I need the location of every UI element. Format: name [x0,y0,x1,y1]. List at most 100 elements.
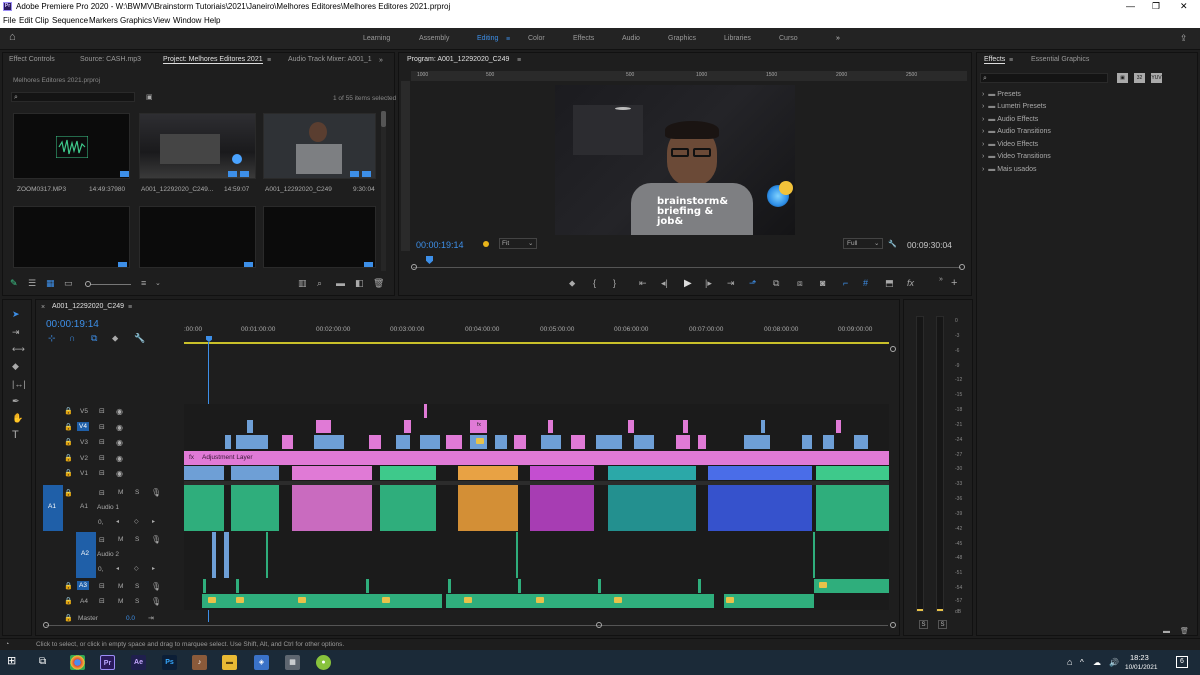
clip-v3[interactable] [420,435,440,449]
clip-v3[interactable] [596,435,622,449]
premiere-taskbar-icon[interactable]: Pr [100,655,115,670]
file-explorer-icon[interactable]: ▬ [222,655,237,670]
eye-icon[interactable]: ◉ [116,407,123,416]
audio-clip-a1[interactable] [816,485,889,531]
clip-v3[interactable] [802,435,812,449]
audio-clip-a3[interactable] [598,579,601,593]
microphone-icon[interactable]: 🎙 [151,535,161,544]
clip-v3[interactable] [514,435,526,449]
keyframe-next-icon[interactable]: ▸ [152,518,155,527]
home-icon[interactable]: ⌂ [9,32,16,43]
microphone-icon[interactable]: 🎙 [151,597,161,606]
tab-program[interactable]: Program: A001_12292020_C249 [407,56,509,63]
panel-menu-icon[interactable]: ≡ [267,56,271,65]
adjustment-layer-clip[interactable]: fx Adjustment Layer [184,451,889,465]
selection-tool-icon[interactable]: ➤ [12,310,20,319]
sync-lock-icon[interactable]: ⊟ [99,469,105,478]
speaker-icon[interactable]: 🔊 [1109,658,1119,667]
clip-v5[interactable] [424,404,427,418]
slip-tool-icon[interactable]: |↔| [12,380,26,389]
timeline-ruler[interactable]: :00:00 00:01:00:00 00:02:00:00 00:03:00:… [184,324,894,344]
sort-dropdown-icon[interactable]: ⌄ [155,279,161,288]
new-item-icon[interactable]: ◧ [355,279,364,288]
taskbar-time[interactable]: 18:23 [1130,653,1149,662]
windows-start-icon[interactable]: ⊞ [7,656,16,667]
project-search-input[interactable]: ⌕ [11,92,135,102]
playhead-icon[interactable] [426,256,433,264]
keyframe-prev-icon[interactable]: ◂ [116,565,119,574]
clip-v3[interactable] [495,435,507,449]
audio-clip-a1[interactable] [458,485,518,531]
clip-v3[interactable] [225,435,231,449]
clip-v3[interactable] [676,435,690,449]
insert-icon[interactable]: ⧈ [797,279,803,288]
clip-v3[interactable] [314,435,344,449]
new-bin-icon[interactable]: ▣ [146,93,153,102]
fx-badge[interactable] [614,597,622,603]
tab-source[interactable]: Source: CASH.mp3 [80,56,141,63]
sync-lock-icon[interactable]: ⊟ [99,407,105,416]
tab-effects[interactable]: Effects [984,56,1006,64]
source-patch-a1[interactable]: A1 [43,485,63,531]
lock-icon[interactable]: 🔒 [64,469,73,478]
clip-v1[interactable] [530,466,594,480]
new-bin-icon[interactable]: ▬ [336,279,345,288]
lock-icon[interactable]: 🔒 [64,438,73,447]
close-tab-icon[interactable]: × [41,303,45,312]
program-scrub-bar[interactable] [413,267,961,268]
quality-dropdown[interactable]: Full ⌄ [843,238,883,249]
vertical-zoom-handle[interactable] [890,346,896,352]
timeline-horizontal-scroll[interactable] [46,625,888,626]
photoshop-taskbar-icon[interactable]: Ps [162,655,177,670]
lock-icon[interactable]: 🔒 [64,614,73,623]
clip-v3[interactable] [236,435,268,449]
trash-icon[interactable]: 🗑 [373,279,384,288]
sync-lock-icon[interactable]: ⊟ [99,489,105,498]
notification-center-icon[interactable]: 6 [1176,656,1188,668]
clip-v3[interactable] [698,435,706,449]
audio-clip-a4[interactable] [724,594,814,608]
workspace-assembly[interactable]: Assembly [419,35,449,42]
eye-icon[interactable]: ◉ [116,423,123,432]
clip-v1[interactable] [380,466,436,480]
solo-button[interactable]: S [135,489,139,496]
find-icon[interactable]: ⌕ [317,279,322,288]
audio-clip-a1[interactable] [184,485,224,531]
clip-v3[interactable] [446,435,462,449]
mark-in-icon[interactable]: { [593,279,596,288]
tab-project[interactable]: Project: Melhores Editores 2021 [163,56,263,64]
audio-clip-a1[interactable] [380,485,436,531]
icon-view-icon[interactable]: ▦ [46,279,55,288]
tab-effect-controls[interactable]: Effect Controls [9,56,55,63]
clip-v4[interactable] [548,420,553,433]
yuv-effects-icon[interactable]: YUV [1151,73,1162,83]
go-to-end-icon[interactable]: ⇥ [148,614,154,623]
menu-edit[interactable]: Edit [19,16,33,25]
menu-clip[interactable]: Clip [35,16,49,25]
project-item-4[interactable] [13,206,130,268]
sync-lock-icon[interactable]: ⊟ [99,582,105,591]
project-item-audio[interactable] [13,113,130,179]
menu-help[interactable]: Help [204,16,220,25]
play-icon[interactable]: ▶ [684,279,692,289]
clip-v3[interactable] [823,435,834,449]
calculator-icon[interactable]: ▦ [285,655,300,670]
scroll-end-handle[interactable] [596,622,602,628]
clip-v3[interactable] [396,435,410,449]
ripple-edit-tool-icon[interactable]: ⟷ [12,345,25,354]
project-scrollbar[interactable] [381,111,386,271]
microphone-icon[interactable]: 🎙 [151,582,161,591]
audio-clip-a2[interactable] [224,532,229,578]
list-view-icon[interactable]: ☰ [28,279,36,288]
go-to-in-icon[interactable]: ⇤ [639,279,647,288]
folder-video-transitions[interactable]: › ▬ Video Transitions [982,153,1051,160]
audio-clip-a3[interactable] [203,579,206,593]
accelerated-effects-icon[interactable]: ▣ [1117,73,1128,83]
clip-v3[interactable] [369,435,381,449]
fx-badge[interactable] [476,438,484,444]
clip-v1[interactable] [292,466,372,480]
clip-v4[interactable] [316,420,331,433]
hand-tool-icon[interactable]: ✋ [12,414,23,423]
mute-button[interactable]: M [118,598,123,605]
trash-icon[interactable]: 🗑 [1180,627,1189,636]
